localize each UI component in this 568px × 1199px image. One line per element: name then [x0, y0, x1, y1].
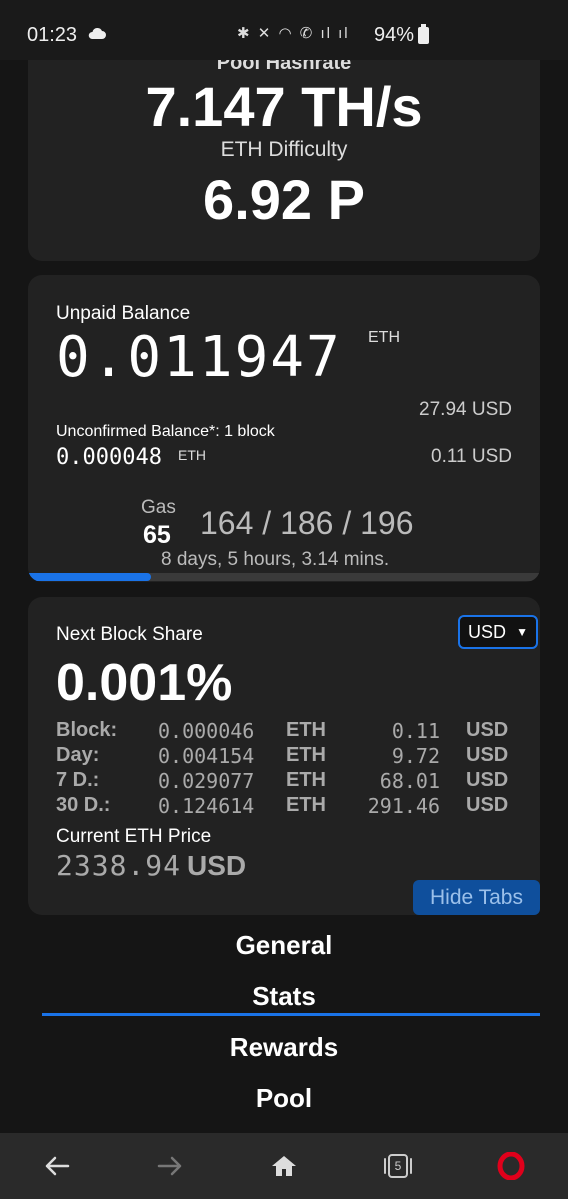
home-icon: [272, 1156, 296, 1176]
gas-label: Gas: [141, 497, 176, 518]
tabs-button[interactable]: 5: [358, 1133, 438, 1199]
opera-menu-button[interactable]: [471, 1133, 551, 1199]
earnings-row-label: Day:: [56, 744, 100, 766]
tab-pool[interactable]: Pool: [0, 1083, 568, 1114]
battery-percentage: 94%: [374, 24, 415, 46]
unconfirmed-balance-usd: 0.11 USD: [431, 446, 512, 467]
unconfirmed-balance-label: Unconfirmed Balance*: 1 block: [56, 423, 275, 440]
opera-logo-icon: [497, 1152, 525, 1180]
earnings-row-unit: ETH: [286, 794, 326, 816]
tab-stats[interactable]: Stats: [0, 981, 568, 1012]
earnings-row-amount: 0.000046: [158, 719, 255, 743]
arrow-left-icon: [45, 1156, 70, 1176]
tab-general[interactable]: General: [0, 930, 568, 961]
next-block-share-label: Next Block Share: [56, 624, 203, 645]
gas-prices: 164 / 186 / 196: [200, 505, 414, 541]
earnings-row-amount: 0.124614: [158, 794, 255, 818]
earnings-row-currency: USD: [466, 794, 509, 816]
earnings-row-currency: USD: [466, 744, 509, 766]
payout-timer: 8 days, 5 hours, 3.14 mins.: [161, 549, 390, 570]
tab-rewards[interactable]: Rewards: [0, 1032, 568, 1063]
earnings-row-fiat: 291.46: [367, 794, 440, 818]
payout-progress-fill: [28, 573, 151, 581]
earnings-row-label: 7 D.:: [56, 769, 100, 791]
browser-bottom-nav: 5: [0, 1133, 568, 1199]
earnings-row-unit: ETH: [286, 719, 326, 741]
unpaid-balance-label: Unpaid Balance: [56, 303, 191, 324]
unpaid-balance-value: 0.011947: [56, 325, 342, 390]
pool-stats-card: Pool Hashrate 7.147 TH/s ETH Difficulty …: [28, 40, 540, 261]
eth-price-label: Current ETH Price: [56, 826, 212, 847]
unpaid-balance-card: Unpaid Balance 0.011947 ETH 27.94 USD Un…: [28, 275, 540, 582]
status-icons: ✱ ✕ ◠ ✆ ıl ıl: [237, 25, 350, 42]
currency-select-value: USD: [468, 622, 507, 642]
earnings-table: Block: 0.000046 ETH 0.11 USD Day: 0.0041…: [56, 719, 516, 819]
earnings-row-label: 30 D.:: [56, 794, 111, 816]
battery-icon: [418, 24, 429, 44]
earnings-row-unit: ETH: [286, 769, 326, 791]
earnings-row-currency: USD: [466, 719, 509, 741]
status-bar: 01:23 ✱ ✕ ◠ ✆ ıl ıl 94%: [0, 0, 568, 60]
earnings-row-unit: ETH: [286, 744, 326, 766]
earnings-row-7d: 7 D.: 0.029077 ETH 68.01 USD: [56, 769, 516, 794]
back-button[interactable]: [17, 1133, 97, 1199]
earnings-row-fiat: 9.72: [391, 744, 440, 768]
home-button[interactable]: [244, 1133, 324, 1199]
earnings-row-fiat: 0.11: [391, 719, 440, 743]
eth-price: 2338.94 USD: [56, 849, 246, 882]
unpaid-balance-usd: 27.94 USD: [419, 399, 512, 420]
payout-progress-bar: [28, 573, 540, 581]
pool-hashrate-value: 7.147 TH/s: [145, 75, 423, 138]
earnings-row-label: Block:: [56, 719, 118, 741]
next-block-share-value: 0.001%: [56, 654, 233, 712]
eth-price-value: 2338.94: [56, 849, 182, 882]
unconfirmed-balance-unit: ETH: [178, 447, 206, 463]
next-block-share-card: Next Block Share USD ▼ 0.001% Block: 0.0…: [28, 597, 540, 915]
earnings-row-block: Block: 0.000046 ETH 0.11 USD: [56, 719, 516, 744]
earnings-row-amount: 0.004154: [158, 744, 255, 768]
currency-select[interactable]: USD ▼: [458, 615, 538, 649]
unconfirmed-balance-value: 0.000048: [56, 445, 162, 470]
eth-difficulty-value: 6.92 P: [203, 168, 365, 231]
gas-value: 65: [143, 521, 171, 549]
earnings-row-currency: USD: [466, 769, 509, 791]
earnings-row-amount: 0.029077: [158, 769, 255, 793]
arrow-right-icon: [157, 1156, 182, 1176]
forward-button[interactable]: [130, 1133, 210, 1199]
eth-difficulty-label: ETH Difficulty: [220, 138, 348, 161]
earnings-row-day: Day: 0.004154 ETH 9.72 USD: [56, 744, 516, 769]
earnings-row-fiat: 68.01: [379, 769, 440, 793]
cloud-icon: [88, 27, 106, 39]
chevron-down-icon: ▼: [516, 625, 528, 639]
unpaid-balance-unit: ETH: [368, 329, 400, 346]
tab-count: 5: [394, 1159, 402, 1173]
earnings-row-30d: 30 D.: 0.124614 ETH 291.46 USD: [56, 794, 516, 819]
hide-tabs-button[interactable]: Hide Tabs: [413, 880, 540, 915]
eth-price-currency: USD: [187, 850, 247, 881]
active-tab-indicator: [42, 1013, 540, 1016]
status-time: 01:23: [27, 24, 78, 46]
